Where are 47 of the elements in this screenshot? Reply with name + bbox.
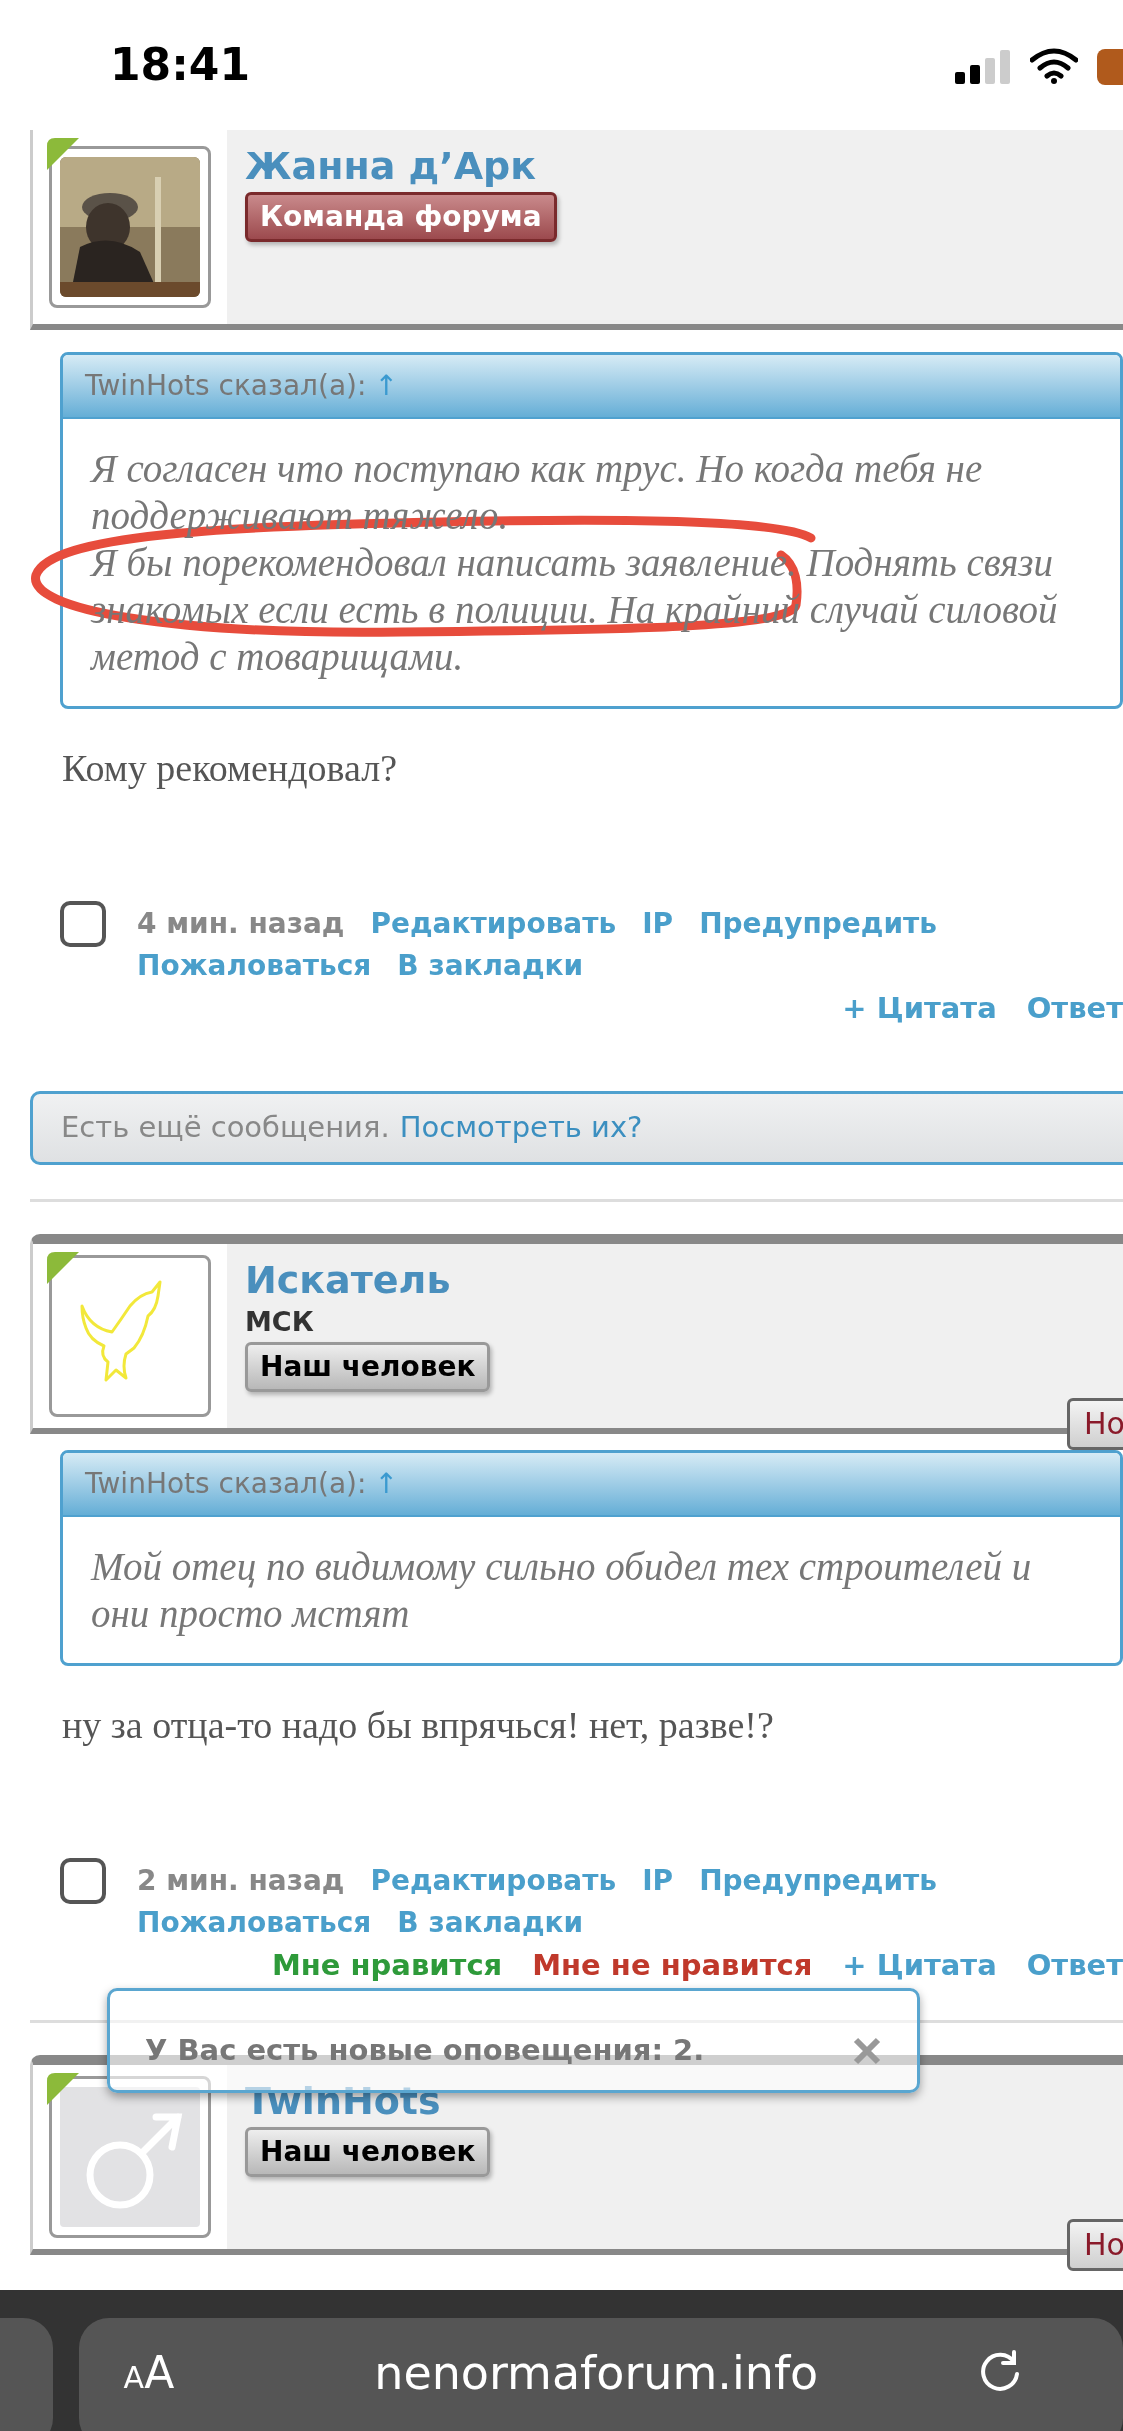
post-action-link[interactable]: Предупредить [699,1860,938,1902]
post-footer-link[interactable]: Мне нравится [271,1944,503,1986]
jump-to-quote-link[interactable]: ↑ [374,1463,398,1505]
show-messages-link[interactable]: Посмотреть их? [399,1106,643,1150]
reader-button[interactable]: AA [123,2348,175,2403]
post-action-link[interactable]: Пожаловаться [137,1902,372,1944]
close-icon[interactable] [852,2035,882,2066]
user-title-badge: Команда форума [245,192,557,242]
post-action-link[interactable]: В закладки [397,945,584,987]
post-message: ну за отца-то надо бы впрячься! нет, разве!? [62,1703,775,1748]
user-title-badge: Наш человек [245,1342,491,1392]
quote-author: TwinHots сказал(а): [85,1466,367,1502]
author-location: МСК [245,1305,314,1339]
more-messages-text: Есть ещё сообщения. [61,1109,390,1147]
post-time: 2 мин. назад [137,1863,345,1899]
post-footer-link[interactable]: + Цитата [842,1944,997,1986]
status-time: 18:41 [110,38,251,92]
side-tab[interactable]: Но [1067,1398,1123,1450]
post-footer-link[interactable]: Ответ [1026,987,1123,1029]
jump-to-quote-link[interactable]: ↑ [374,365,398,407]
post-action-link[interactable]: Пожаловаться [137,945,372,987]
url-text: nenormaforum.info [374,2348,819,2398]
author-name[interactable]: Жанна д’Арк [245,142,537,190]
post-message: Кому рекомендовал? [62,746,398,791]
male-symbol-icon [60,2087,200,2227]
post-action-link[interactable]: Редактировать [370,1860,617,1902]
quote-text: Я согласен что поступаю как трус. Но когда тебя не поддерживают тяжело. [91,446,984,539]
post-footer-link[interactable]: Мне не нравится [532,1944,813,1986]
post-footer-link[interactable]: Ответ [1026,1944,1123,1986]
post-footer-link[interactable]: + Цитата [842,987,997,1029]
wifi-icon [1030,48,1078,84]
user-title-badge: Наш человек [245,2127,491,2177]
post-action-link[interactable]: Редактировать [370,903,617,945]
select-checkbox[interactable] [60,901,106,947]
post-action-link[interactable]: В закладки [397,1902,584,1944]
author-name[interactable]: Искатель [245,1256,451,1304]
select-checkbox[interactable] [60,1858,106,1904]
address-bar[interactable]: AA nenormaforum.info [78,2318,1123,2431]
quote-author: TwinHots сказал(а): [85,368,367,404]
side-tab[interactable]: Но [1067,2219,1123,2271]
signal-icon [955,50,1011,84]
post-action-link[interactable]: Предупредить [699,903,938,945]
quote-text: Мой отец по видимому сильно обидел тех строителей и они просто мстят [91,1544,1033,1637]
notification-text: У Вас есть новые оповещения: 2. [145,2031,705,2069]
post-action-link[interactable]: IP [642,903,674,945]
post-time: 4 мин. назад [137,906,345,942]
post-action-link[interactable]: IP [642,1860,674,1902]
